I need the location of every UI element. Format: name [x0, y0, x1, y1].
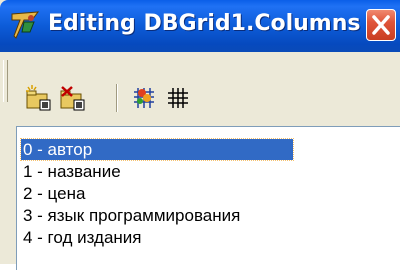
title-bar[interactable]: Editing DBGrid1.Columns [0, 0, 400, 52]
restore-defaults-button[interactable] [164, 84, 192, 112]
close-icon [372, 15, 390, 35]
delete-selected-icon [60, 86, 85, 111]
add-all-fields-button[interactable] [130, 84, 158, 112]
list-item[interactable]: 4 - год издания [21, 227, 142, 248]
restore-defaults-icon [168, 88, 188, 108]
delphi-app-icon [11, 11, 40, 39]
list-item[interactable]: 3 - язык программирования [21, 205, 240, 226]
delete-selected-button[interactable] [58, 84, 86, 112]
columns-listbox[interactable]: 0 - автор 1 - название 2 - цена 3 - язык… [16, 126, 400, 270]
add-all-fields-icon [134, 88, 154, 108]
list-item[interactable]: 2 - цена [21, 183, 85, 204]
toolbar-grip[interactable] [3, 60, 8, 102]
toolbar-separator [116, 84, 118, 112]
list-item[interactable]: 0 - автор [20, 138, 294, 161]
columns-editor-window: Editing DBGrid1.Columns 0 - автор 1 - на… [0, 0, 400, 270]
add-new-icon [26, 85, 51, 111]
add-new-button[interactable] [24, 84, 52, 112]
list-item[interactable]: 1 - название [21, 161, 121, 182]
window-title: Editing DBGrid1.Columns [48, 11, 361, 36]
close-button[interactable] [366, 9, 396, 41]
